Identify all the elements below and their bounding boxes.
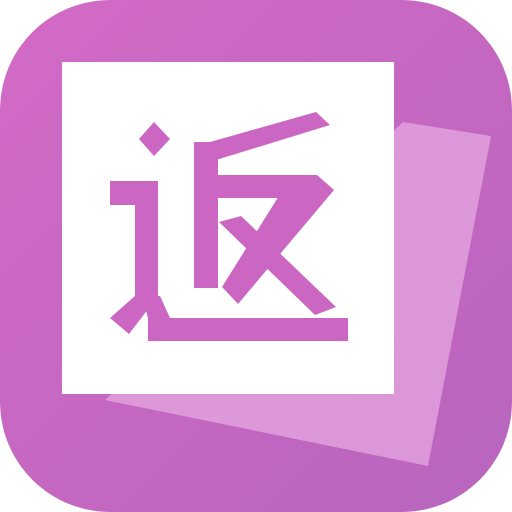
app-icon[interactable]: [0, 0, 512, 512]
app-icon-graphic: [0, 0, 512, 512]
